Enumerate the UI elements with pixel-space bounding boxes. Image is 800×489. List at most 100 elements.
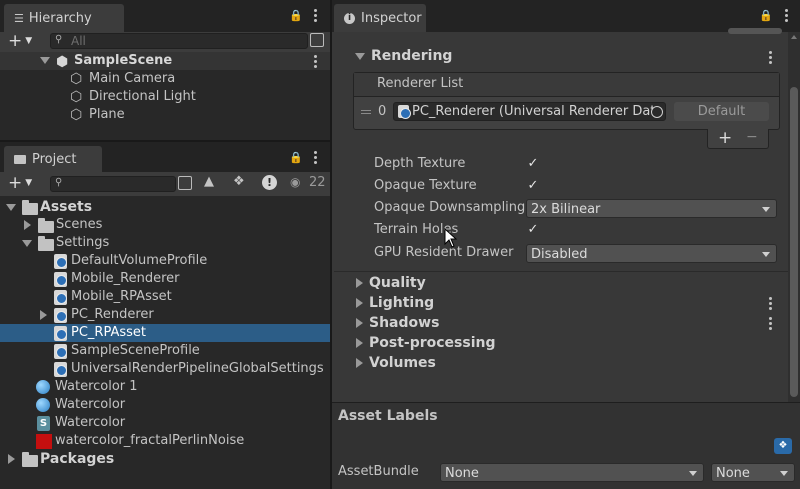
hierarchy-item[interactable]: ⬡ Main Camera <box>0 70 330 88</box>
scene-picker-icon[interactable] <box>310 33 324 47</box>
opaque-texture-label: Opaque Texture <box>374 178 477 193</box>
chevron-down-icon <box>762 207 770 212</box>
gameobject-icon: ⬡ <box>70 89 83 105</box>
tree-item-label: Watercolor 1 <box>55 379 138 394</box>
opaque-texture-checkbox[interactable]: ✓ <box>526 179 540 193</box>
tree-item-settings[interactable]: Settings <box>0 234 330 252</box>
filter-by-type-icon[interactable]: ▲ <box>204 174 214 189</box>
inspector-menu-button[interactable] <box>785 9 789 23</box>
scrollbar-thumb[interactable] <box>790 87 798 397</box>
tree-item-asset[interactable]: SampleSceneProfile <box>0 342 330 360</box>
tree-item-label: PC_Renderer <box>71 307 154 322</box>
section-rendering[interactable]: Rendering <box>334 46 786 66</box>
assetbundle-variant-dropdown[interactable]: None <box>711 463 795 482</box>
tree-item-asset[interactable]: Watercolor <box>0 396 330 414</box>
label-tag-icon[interactable]: ❖ <box>774 438 792 454</box>
project-create-button[interactable]: + ▼ <box>8 174 40 192</box>
tree-item-asset[interactable]: DefaultVolumeProfile <box>0 252 330 270</box>
scene-menu-button[interactable] <box>314 55 318 69</box>
depth-texture-label: Depth Texture <box>374 156 466 171</box>
list-add-remove: + − <box>707 128 769 149</box>
project-menu-button[interactable] <box>314 151 318 165</box>
tree-item-asset[interactable]: S Watercolor <box>0 414 330 432</box>
hierarchy-item[interactable]: ⬡ Plane <box>0 106 330 124</box>
object-picker-icon[interactable] <box>651 106 663 118</box>
tree-item-asset[interactable]: UniversalRenderPipelineGlobalSettings <box>0 360 330 378</box>
project-search-field[interactable]: ⚲ <box>50 176 176 192</box>
material-sphere-icon <box>36 398 50 412</box>
material-sphere-icon <box>36 380 50 394</box>
default-button[interactable]: Default <box>674 102 769 121</box>
texture-icon <box>36 434 52 449</box>
section-label: Volumes <box>369 355 436 371</box>
tree-item-packages[interactable]: Packages <box>0 450 330 468</box>
asset-labels-title: Asset Labels <box>338 408 438 424</box>
tree-item-asset[interactable]: Mobile_Renderer <box>0 270 330 288</box>
assetbundle-label: AssetBundle <box>338 464 419 479</box>
folder-icon <box>38 218 54 233</box>
tree-item-asset-selected[interactable]: PC_RPAsset <box>0 324 330 342</box>
scene-row[interactable]: ⬢ SampleScene <box>0 52 330 70</box>
shadows-menu-button[interactable] <box>769 317 773 331</box>
lighting-menu-button[interactable] <box>769 297 773 311</box>
gpu-resident-drawer-value: Disabled <box>531 247 588 262</box>
tab-inspector-label: Inspector <box>361 10 422 26</box>
label-tag-icon[interactable]: ❖ <box>233 174 245 189</box>
warning-icon[interactable]: ! <box>262 175 277 190</box>
visibility-eye-icon[interactable]: ◉ <box>290 175 300 189</box>
hidden-count: 22 <box>309 175 326 190</box>
unity-scene-icon: ⬢ <box>56 54 69 70</box>
chevron-down-icon <box>689 471 697 476</box>
section-post-processing[interactable]: Post-processing <box>334 333 786 353</box>
hierarchy-item-label: Directional Light <box>89 89 196 104</box>
inspector-scrollbar[interactable] <box>788 32 800 402</box>
tab-inspector[interactable]: i Inspector <box>334 4 426 32</box>
renderer-object-value: PC_Renderer (Universal Renderer Dat <box>412 104 656 119</box>
chevron-down-icon <box>780 471 788 476</box>
opaque-downsampling-value: 2x Bilinear <box>531 202 601 217</box>
tab-hierarchy-label: Hierarchy <box>28 10 92 26</box>
tree-item-scenes[interactable]: Scenes <box>0 216 330 234</box>
tab-project[interactable]: Project <box>4 146 102 172</box>
section-label: Post-processing <box>369 335 496 351</box>
tree-item-label: Settings <box>56 235 110 250</box>
add-element-button[interactable]: + <box>718 128 732 148</box>
section-lighting[interactable]: Lighting <box>334 293 786 313</box>
section-label: Lighting <box>369 295 435 311</box>
search-by-type-icon[interactable] <box>178 176 192 190</box>
hierarchy-search-field[interactable]: ⚲ All <box>50 33 308 49</box>
hierarchy-menu-button[interactable] <box>314 9 318 23</box>
tree-item-label: Mobile_RPAsset <box>71 289 172 304</box>
shader-icon: S <box>37 416 50 431</box>
renderer-asset-icon <box>398 105 411 119</box>
section-shadows[interactable]: Shadows <box>334 313 786 333</box>
rendering-menu-button[interactable] <box>769 51 773 65</box>
lock-icon[interactable]: 🔒 <box>759 9 773 22</box>
section-quality[interactable]: Quality <box>334 273 786 293</box>
tree-item-assets[interactable]: Assets <box>0 198 330 216</box>
assetbundle-dropdown[interactable]: None <box>440 463 704 482</box>
depth-texture-checkbox[interactable]: ✓ <box>526 157 540 171</box>
lock-icon[interactable]: 🔒 <box>289 9 303 22</box>
gpu-resident-drawer-dropdown[interactable]: Disabled <box>526 244 777 263</box>
section-volumes[interactable]: Volumes <box>334 353 786 373</box>
gameobject-icon: ⬡ <box>70 107 83 123</box>
lock-icon[interactable]: 🔒 <box>289 151 303 164</box>
opaque-downsampling-dropdown[interactable]: 2x Bilinear <box>526 199 777 218</box>
hierarchy-item-label: Plane <box>89 107 125 122</box>
renderer-object-field[interactable]: PC_Renderer (Universal Renderer Dat <box>393 102 666 121</box>
tree-item-asset[interactable]: PC_Renderer <box>0 306 330 324</box>
tree-item-asset[interactable]: Watercolor 1 <box>0 378 330 396</box>
hierarchy-item[interactable]: ⬡ Directional Light <box>0 88 330 106</box>
create-button[interactable]: + ▼ <box>8 32 40 50</box>
tab-hierarchy[interactable]: ☰ Hierarchy <box>4 4 124 32</box>
section-label: Quality <box>369 275 426 291</box>
tree-item-label: UniversalRenderPipelineGlobalSettings <box>71 361 324 376</box>
tree-item-asset[interactable]: watercolor_fractalPerlinNoise <box>0 432 330 450</box>
drag-handle-icon[interactable] <box>361 110 371 114</box>
terrain-holes-checkbox[interactable]: ✓ <box>526 223 540 237</box>
tree-item-asset[interactable]: Mobile_RPAsset <box>0 288 330 306</box>
remove-element-button[interactable]: − <box>746 129 758 145</box>
folder-icon <box>14 154 26 164</box>
section-label: Shadows <box>369 315 440 331</box>
